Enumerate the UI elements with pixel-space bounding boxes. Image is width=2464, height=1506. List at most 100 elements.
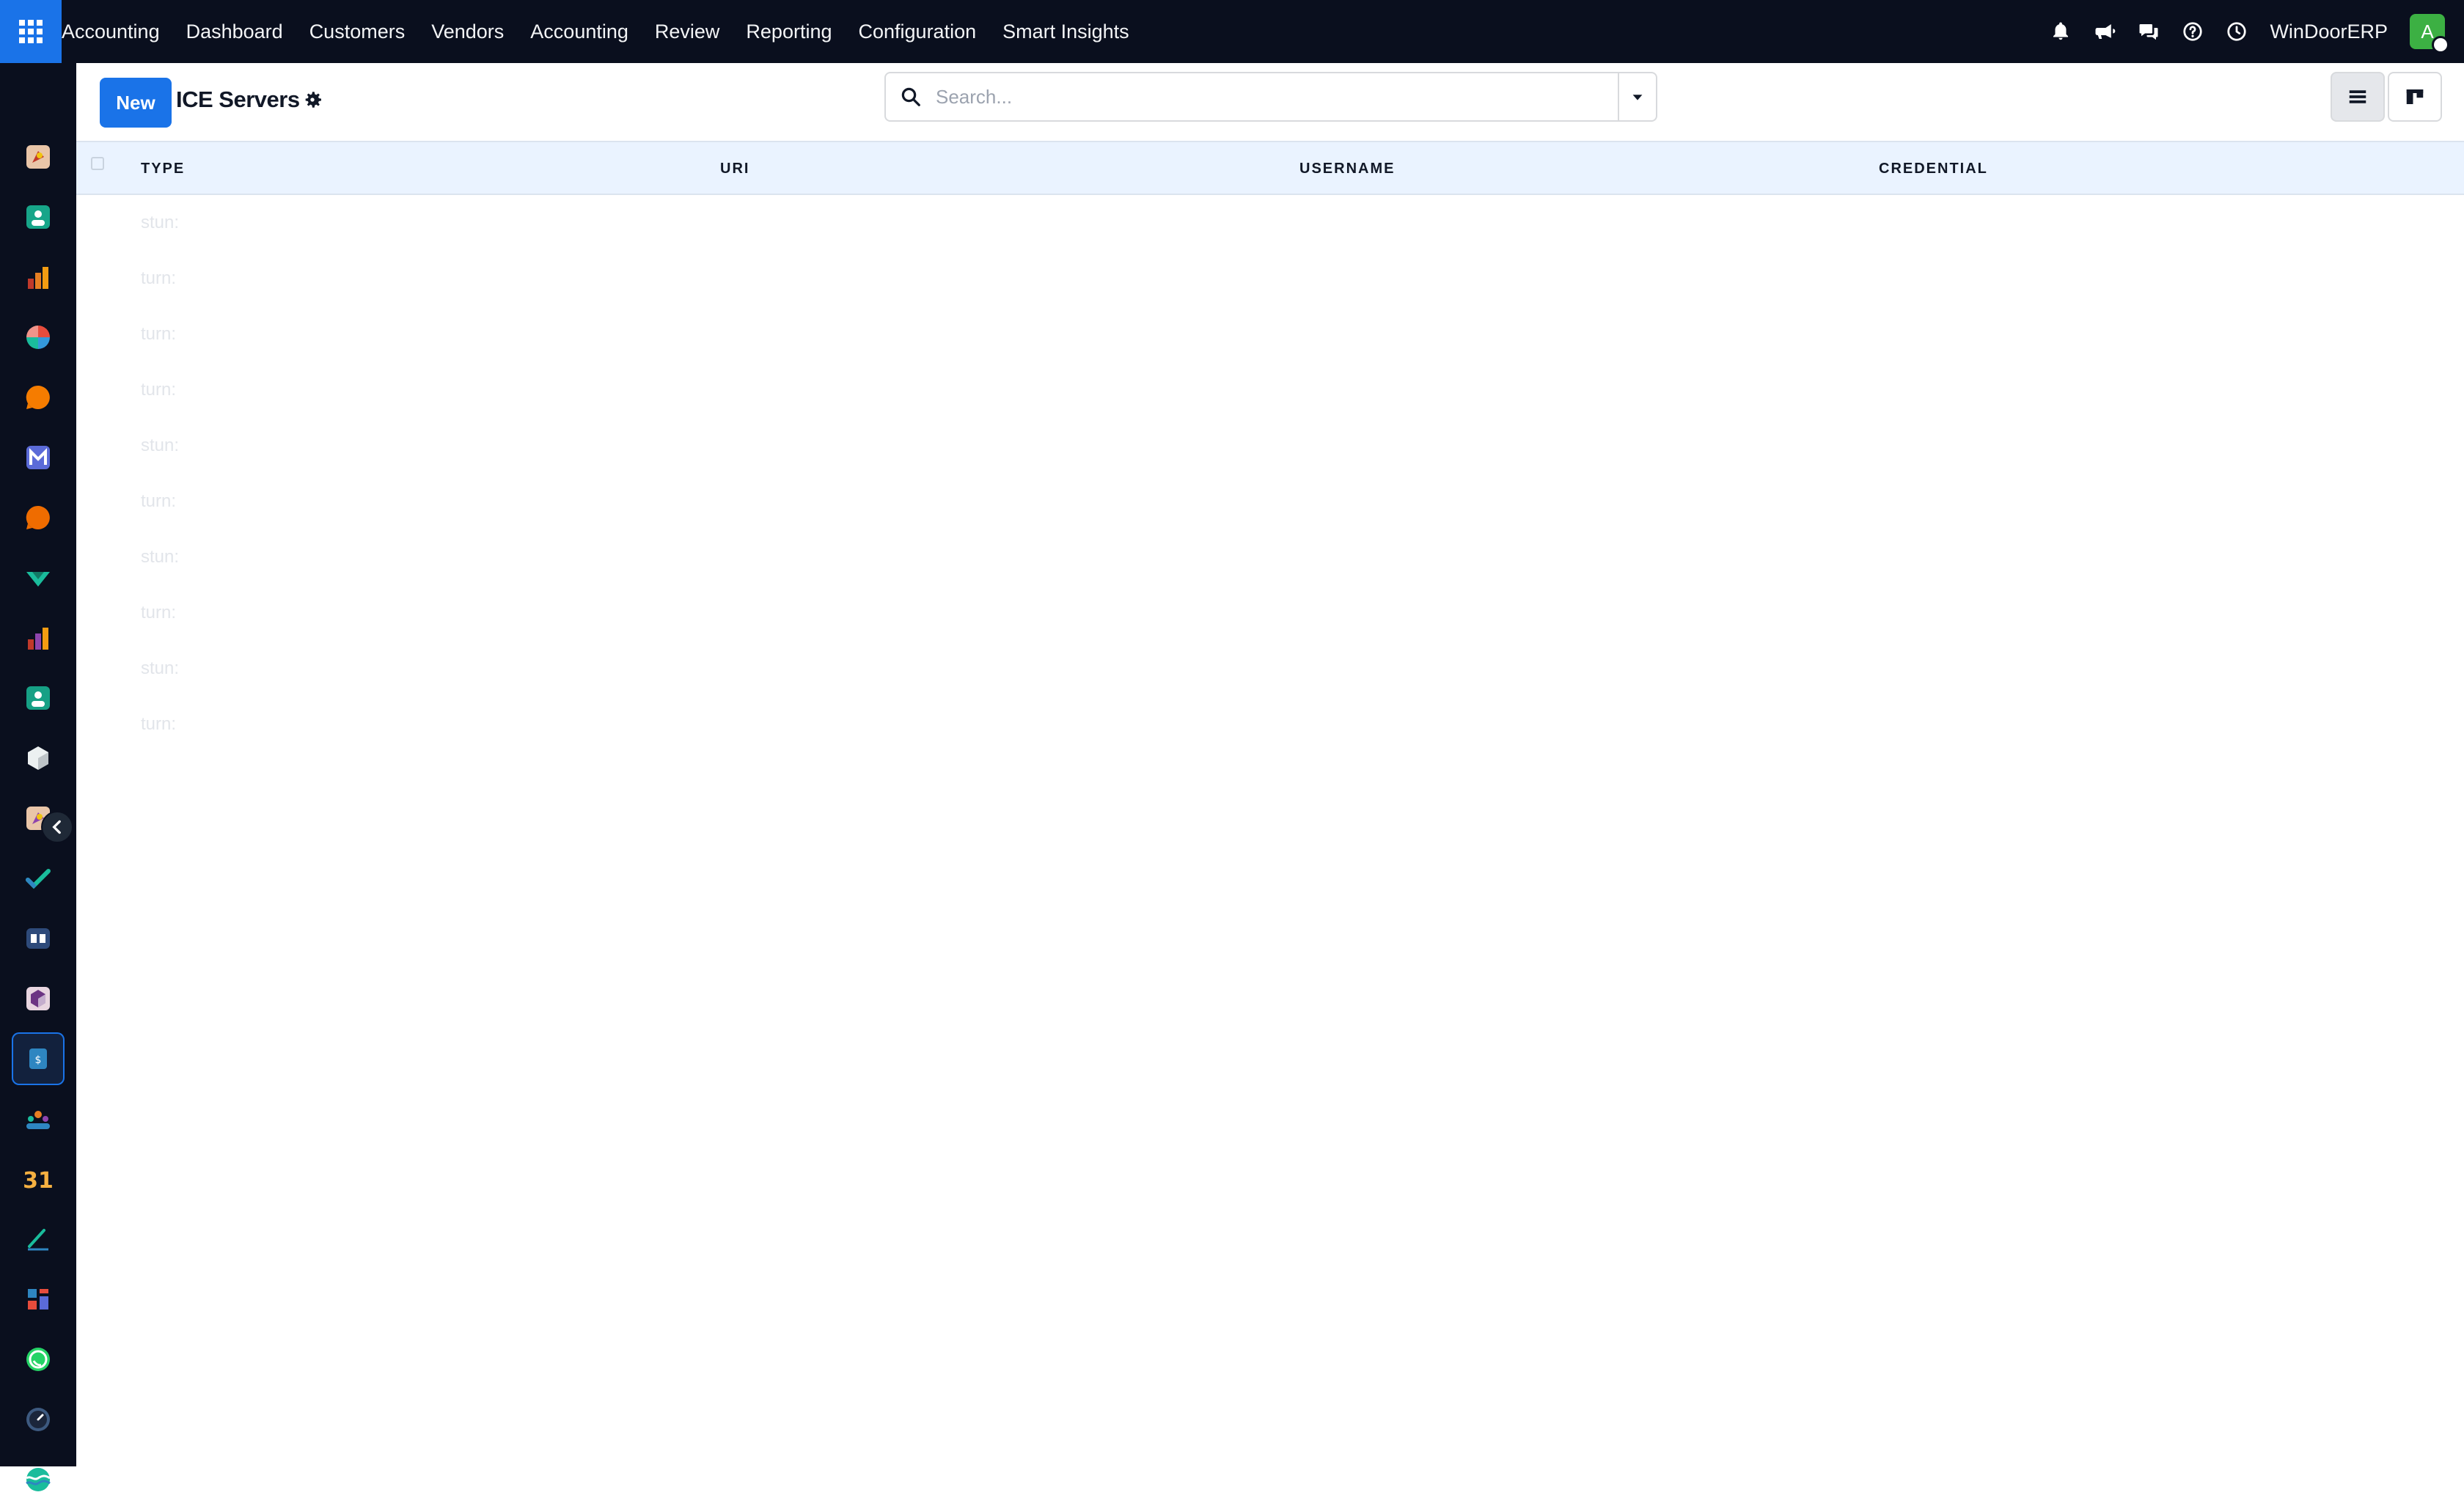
- table-row[interactable]: turn:: [76, 585, 2464, 641]
- sidebar-app-employees[interactable]: [12, 672, 65, 724]
- list-view-button[interactable]: [2331, 72, 2385, 122]
- row-checkbox[interactable]: [91, 438, 104, 452]
- cell-type: stun:: [141, 213, 180, 232]
- row-checkbox[interactable]: [91, 494, 104, 507]
- sidebar-app-marketing[interactable]: [12, 551, 65, 604]
- sidebar-app-invoicing[interactable]: $: [12, 1032, 65, 1085]
- clock-icon[interactable]: [2226, 21, 2248, 43]
- row-checkbox[interactable]: [91, 383, 104, 396]
- menu-smart-insights[interactable]: Smart Insights: [989, 0, 1143, 63]
- sidebar-app-sign[interactable]: [12, 1213, 65, 1266]
- chat-icon[interactable]: [2138, 21, 2160, 43]
- rocket-app-icon: [26, 145, 50, 169]
- row-checkbox[interactable]: [91, 271, 104, 284]
- caret-down-icon: [1632, 95, 1643, 100]
- discuss-app-icon: [26, 385, 50, 409]
- sidebar-app-calendar[interactable]: 31: [12, 1153, 65, 1205]
- sidebar-app-knowledge[interactable]: [12, 912, 65, 965]
- cell-type: turn:: [141, 603, 177, 622]
- menu-brand[interactable]: Accounting: [62, 0, 173, 63]
- row-checkbox[interactable]: [91, 606, 104, 619]
- select-all-checkbox[interactable]: [91, 157, 104, 170]
- todo-app-icon: [26, 869, 51, 889]
- table-row[interactable]: stun:: [76, 529, 2464, 585]
- sidebar-app-contacts[interactable]: [12, 191, 65, 243]
- row-checkbox[interactable]: [91, 550, 104, 563]
- sidebar-app-timer[interactable]: [12, 1393, 65, 1446]
- megaphone-icon[interactable]: [2094, 21, 2116, 43]
- column-header-uri[interactable]: URI: [720, 142, 749, 195]
- sidebar-app-email[interactable]: [12, 431, 65, 484]
- sidebar-app-team[interactable]: [12, 1092, 65, 1145]
- company-switcher[interactable]: WinDoorERP: [2270, 21, 2388, 43]
- sidebar-app-rocket[interactable]: [12, 131, 65, 183]
- search-icon[interactable]: [886, 73, 936, 120]
- table-row[interactable]: turn:: [76, 474, 2464, 529]
- calendar-app-label: 31: [23, 1168, 53, 1194]
- app-menu-button[interactable]: [0, 0, 62, 63]
- sidebar-app-inventory[interactable]: [12, 732, 65, 785]
- employee-app-icon: [26, 686, 50, 710]
- ice-servers-list: TYPE URI USERNAME CREDENTIAL stun: turn:…: [76, 141, 2464, 752]
- timer-app-icon: [26, 1408, 50, 1431]
- sidebar-app-reporting[interactable]: [12, 611, 65, 664]
- livechat-app-icon: [26, 505, 50, 529]
- sidebar-collapse-button[interactable]: [41, 811, 73, 843]
- column-header-credential[interactable]: CREDENTIAL: [1879, 142, 1988, 195]
- row-checkbox[interactable]: [91, 717, 104, 730]
- cell-type: turn:: [141, 324, 177, 344]
- search-bar: [884, 72, 1657, 122]
- help-icon[interactable]: [2182, 21, 2204, 43]
- menu-customers[interactable]: Customers: [296, 0, 419, 63]
- search-options-toggle[interactable]: [1618, 73, 1656, 120]
- calendar-app-icon: 31: [23, 1168, 53, 1194]
- table-row[interactable]: stun:: [76, 195, 2464, 251]
- menu-review[interactable]: Review: [642, 0, 733, 63]
- presence-indicator: [2432, 36, 2449, 54]
- sidebar-app-discuss[interactable]: [12, 371, 65, 424]
- main-menu: Accounting Dashboard Customers Vendors A…: [62, 0, 1143, 63]
- sidebar-app-livechat[interactable]: [12, 491, 65, 544]
- view-switcher: [2331, 72, 2442, 122]
- menu-vendors[interactable]: Vendors: [418, 0, 517, 63]
- bell-icon[interactable]: [2050, 21, 2072, 43]
- kanban-view-button[interactable]: [2388, 72, 2442, 122]
- kanban-icon: [2406, 89, 2424, 104]
- email-app-icon: [26, 446, 50, 469]
- search-input[interactable]: [936, 75, 1618, 119]
- sidebar-app-dashboards[interactable]: [12, 1273, 65, 1326]
- column-header-username[interactable]: USERNAME: [1299, 142, 1395, 195]
- table-row[interactable]: turn:: [76, 697, 2464, 752]
- wave-app-icon: [26, 1468, 51, 1491]
- menu-configuration[interactable]: Configuration: [846, 0, 990, 63]
- avatar[interactable]: A: [2410, 14, 2449, 54]
- sidebar-app-crm[interactable]: [12, 311, 65, 364]
- sidebar-app-wave[interactable]: [12, 1453, 65, 1506]
- menu-accounting[interactable]: Accounting: [517, 0, 642, 63]
- cell-type: stun:: [141, 658, 180, 678]
- table-header: TYPE URI USERNAME CREDENTIAL: [76, 141, 2464, 195]
- row-checkbox[interactable]: [91, 661, 104, 675]
- column-header-type[interactable]: TYPE: [141, 142, 185, 195]
- new-button[interactable]: New: [100, 78, 172, 128]
- menu-dashboard[interactable]: Dashboard: [173, 0, 296, 63]
- row-checkbox[interactable]: [91, 327, 104, 340]
- table-row[interactable]: stun:: [76, 418, 2464, 474]
- sidebar-app-sales[interactable]: [12, 251, 65, 304]
- sidebar-app-todo[interactable]: [12, 852, 65, 905]
- menu-reporting[interactable]: Reporting: [733, 0, 845, 63]
- table-row[interactable]: stun:: [76, 641, 2464, 697]
- sidebar-app-package[interactable]: [12, 972, 65, 1025]
- systray: WinDoorERP A: [2050, 0, 2464, 63]
- sign-app-icon: [28, 1229, 48, 1251]
- knowledge-app-icon: [26, 928, 50, 949]
- gear-icon[interactable]: [301, 88, 324, 111]
- cell-type: stun:: [141, 547, 180, 567]
- table-row[interactable]: turn:: [76, 362, 2464, 418]
- row-checkbox[interactable]: [91, 216, 104, 229]
- sidebar-app-whatsapp[interactable]: [12, 1333, 65, 1386]
- table-row[interactable]: turn:: [76, 251, 2464, 306]
- reporting-app-icon: [28, 628, 48, 650]
- table-row[interactable]: turn:: [76, 306, 2464, 362]
- app-sidebar: $ 31: [0, 63, 76, 1491]
